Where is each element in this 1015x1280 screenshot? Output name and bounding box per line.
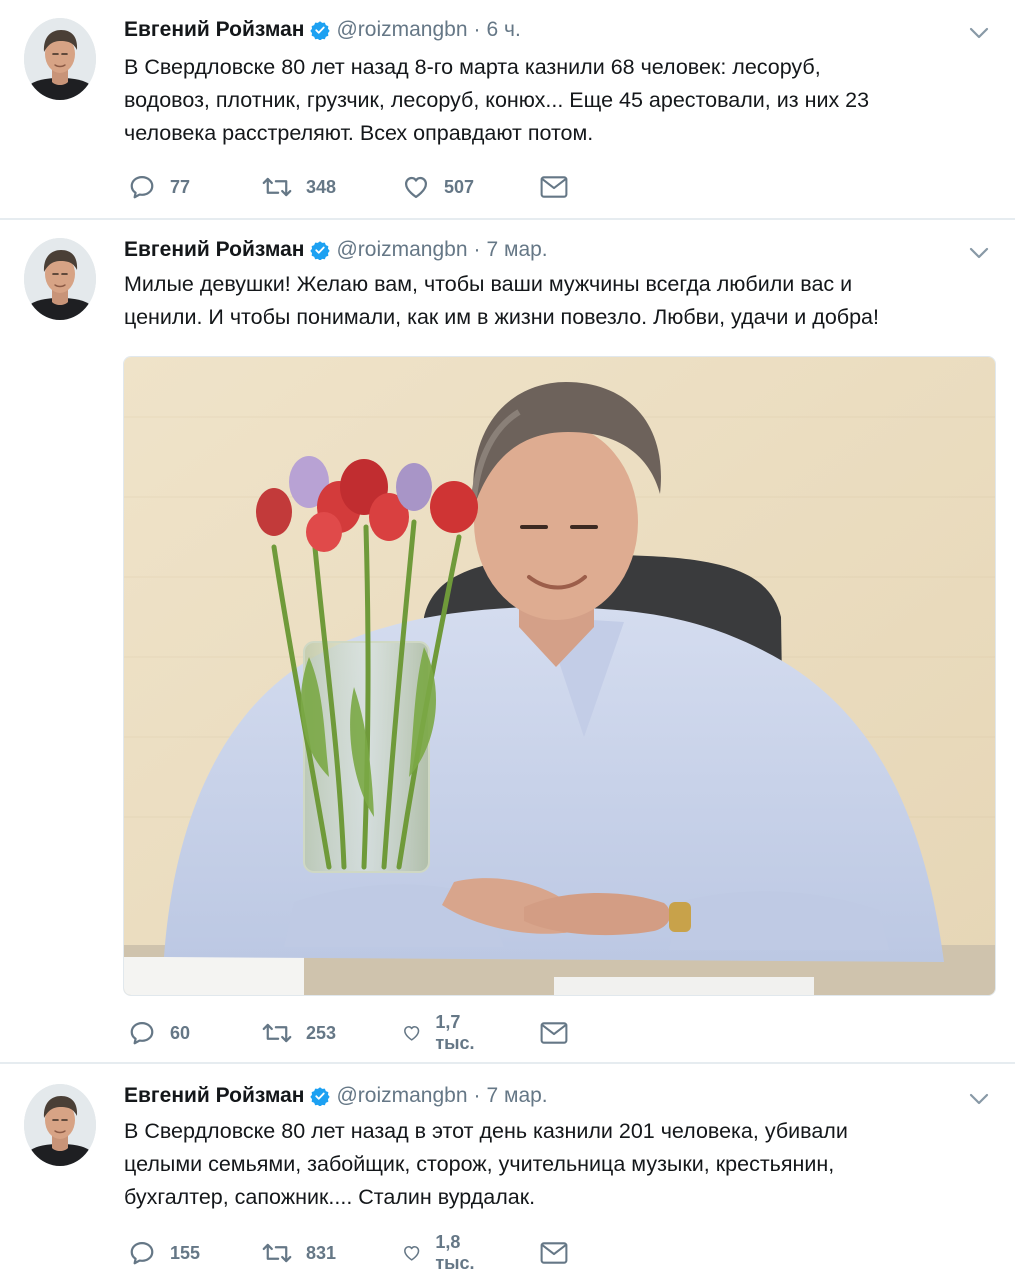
retweet-icon: [262, 1019, 292, 1047]
message-icon: [540, 1241, 568, 1265]
tweet-text: Милые девушки! Желаю вам, чтобы ваши муж…: [124, 268, 994, 334]
message-icon: [540, 175, 568, 199]
tweet-text-line: В Свердловске 80 лет назад в этот день к…: [124, 1119, 848, 1143]
like-icon: [402, 1239, 421, 1267]
chevron-down-icon[interactable]: [969, 26, 989, 40]
tweet-text: В Свердловске 80 лет назад 8-го марта ка…: [124, 51, 994, 150]
like-count: 507: [444, 176, 475, 197]
reply-icon: [128, 1239, 156, 1267]
tweet-text-line: ценили. И чтобы понимали, как им в жизни…: [124, 305, 879, 329]
timestamp[interactable]: 7 мар.: [487, 1084, 548, 1108]
tweet-header: Евгений Ройзман @roizmangbn · 6 ч.: [124, 18, 521, 42]
avatar[interactable]: [24, 18, 96, 100]
verified-icon: [310, 240, 330, 260]
retweet-icon: [262, 1239, 292, 1267]
tweet-1[interactable]: Евгений Ройзман @roizmangbn · 6 ч. В Све…: [0, 0, 1015, 218]
reply-button[interactable]: 60: [128, 1018, 190, 1048]
like-button[interactable]: 507: [402, 172, 474, 202]
timestamp[interactable]: 7 мар.: [487, 238, 548, 262]
chevron-down-icon[interactable]: [969, 246, 989, 260]
message-icon: [540, 1021, 568, 1045]
separator: ·: [473, 238, 481, 261]
tweet-photo[interactable]: [123, 356, 996, 996]
reply-button[interactable]: 77: [128, 172, 190, 202]
retweet-button[interactable]: 253: [262, 1018, 336, 1048]
verified-icon: [310, 20, 330, 40]
author-handle[interactable]: @roizmangbn: [336, 1084, 467, 1108]
like-count: 1,7 тыс.: [435, 1012, 475, 1053]
message-button[interactable]: [540, 1018, 568, 1048]
tweet-header: Евгений Ройзман @roizmangbn · 7 мар.: [124, 238, 548, 262]
separator: ·: [473, 18, 481, 41]
retweet-count: 831: [306, 1242, 337, 1263]
verified-icon: [310, 1086, 330, 1106]
timestamp[interactable]: 6 ч.: [487, 18, 521, 42]
reply-count: 155: [170, 1242, 201, 1263]
tweet-header: Евгений Ройзман @roizmangbn · 7 мар.: [124, 1084, 548, 1108]
message-button[interactable]: [540, 172, 568, 202]
like-button[interactable]: 1,7 тыс.: [402, 1012, 483, 1053]
reply-icon: [128, 1019, 156, 1047]
reply-button[interactable]: 155: [128, 1238, 200, 1268]
tweet-text: В Свердловске 80 лет назад в этот день к…: [124, 1115, 994, 1214]
avatar[interactable]: [24, 1084, 96, 1166]
author-name[interactable]: Евгений Ройзман: [124, 238, 304, 262]
tweet-text-line: бухгалтер, сапожник.... Сталин вурдалак.: [124, 1185, 536, 1209]
like-icon: [402, 173, 430, 201]
chevron-down-icon[interactable]: [969, 1092, 989, 1106]
like-count: 1,8 тыс.: [435, 1232, 475, 1273]
retweet-count: 253: [306, 1022, 337, 1043]
retweet-button[interactable]: 348: [262, 172, 336, 202]
avatar[interactable]: [24, 238, 96, 320]
tweet-text-line: человека расстреляют. Всех оправдают пот…: [124, 121, 594, 145]
separator: ·: [473, 1084, 481, 1107]
like-button[interactable]: 1,8 тыс.: [402, 1232, 483, 1273]
tweet-text-line: В Свердловске 80 лет назад 8-го марта ка…: [124, 55, 821, 79]
author-handle[interactable]: @roizmangbn: [336, 18, 467, 42]
timeline: Евгений Ройзман @roizmangbn · 6 ч. В Све…: [0, 0, 1015, 1280]
reply-icon: [128, 173, 156, 201]
photo-man-with-tulips: [124, 357, 995, 995]
author-name[interactable]: Евгений Ройзман: [124, 18, 304, 42]
tweet-3[interactable]: Евгений Ройзман @roizmangbn · 7 мар. В С…: [0, 1064, 1015, 1280]
tweet-text-line: водовоз, плотник, грузчик, лесоруб, коню…: [124, 88, 870, 112]
like-icon: [402, 1019, 421, 1047]
retweet-icon: [262, 173, 292, 201]
tweet-text-line: Милые девушки! Желаю вам, чтобы ваши муж…: [124, 272, 853, 296]
author-name[interactable]: Евгений Ройзман: [124, 1084, 304, 1108]
message-button[interactable]: [540, 1238, 568, 1268]
reply-count: 77: [170, 176, 191, 197]
tweet-text-line: целыми семьями, забойщик, сторож, учител…: [124, 1152, 835, 1176]
retweet-count: 348: [306, 176, 337, 197]
retweet-button[interactable]: 831: [262, 1238, 336, 1268]
reply-count: 60: [170, 1022, 191, 1043]
author-handle[interactable]: @roizmangbn: [336, 238, 467, 262]
